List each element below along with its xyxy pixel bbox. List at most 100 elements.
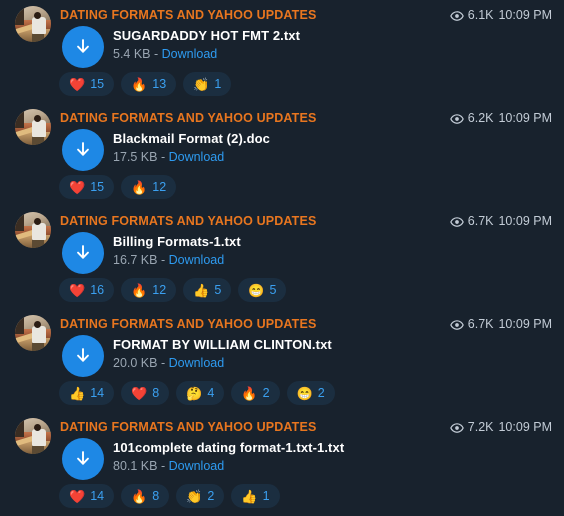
reaction-count: 14 — [90, 488, 105, 503]
reaction-pill-fire[interactable]: 🔥 2 — [231, 381, 280, 405]
file-meta: 80.1 KB - Download — [113, 457, 552, 476]
file-name[interactable]: Blackmail Format (2).doc — [113, 129, 552, 148]
download-link[interactable]: Download — [162, 47, 218, 61]
channel-name[interactable]: DATING FORMATS AND YAHOO UPDATES — [60, 419, 316, 435]
download-arrow-icon — [77, 245, 89, 259]
reaction-pill-grin[interactable]: 😁 2 — [286, 381, 335, 405]
document-attachment: SUGARDADDY HOT FMT 2.txt 5.4 KB - Downlo… — [62, 26, 552, 68]
file-size: 5.4 KB — [113, 47, 151, 61]
download-button[interactable] — [62, 129, 104, 171]
reaction-pill-grin[interactable]: 😁 5 — [238, 278, 287, 302]
reaction-count: 12 — [152, 179, 167, 194]
document-attachment: FORMAT BY WILLIAM CLINTON.txt 20.0 KB - … — [62, 335, 552, 377]
reaction-pill-heart[interactable]: ❤️ 15 — [59, 175, 115, 199]
reaction-count: 5 — [214, 282, 222, 297]
message-header: DATING FORMATS AND YAHOO UPDATES 6.7K 10… — [60, 316, 552, 332]
reaction-bar: ❤️ 16 🔥 12 👍 5 😁 5 — [59, 278, 287, 302]
reaction-count: 4 — [207, 385, 215, 400]
reaction-pill-thumbs-up[interactable]: 👍 5 — [183, 278, 232, 302]
reaction-count: 15 — [90, 179, 105, 194]
message-meta: 6.2K 10:09 PM — [449, 110, 552, 126]
reaction-pill-fire[interactable]: 🔥 13 — [121, 72, 177, 96]
channel-name[interactable]: DATING FORMATS AND YAHOO UPDATES — [60, 213, 316, 229]
message-time: 10:09 PM — [498, 214, 552, 228]
file-meta-separator: - — [157, 253, 169, 267]
reaction-pill-thinking[interactable]: 🤔 4 — [176, 381, 225, 405]
reaction-count: 1 — [214, 76, 222, 91]
file-name[interactable]: SUGARDADDY HOT FMT 2.txt — [113, 26, 552, 45]
reaction-count: 5 — [269, 282, 277, 297]
avatar[interactable] — [15, 6, 51, 42]
message-meta: 6.7K 10:09 PM — [449, 316, 552, 332]
reaction-bar: 👍 14 ❤️ 8 🤔 4 🔥 2 😁 2 — [59, 381, 335, 405]
download-button[interactable] — [62, 335, 104, 377]
message-header: DATING FORMATS AND YAHOO UPDATES 6.7K 10… — [60, 213, 552, 229]
channel-name[interactable]: DATING FORMATS AND YAHOO UPDATES — [60, 316, 316, 332]
avatar-photo-person-body — [31, 119, 46, 137]
reaction-pill-heart[interactable]: ❤️ 16 — [59, 278, 115, 302]
download-arrow-icon — [77, 451, 89, 465]
avatar[interactable] — [15, 418, 51, 454]
avatar[interactable] — [15, 109, 51, 145]
message-time: 10:09 PM — [498, 420, 552, 434]
views-eye-icon — [449, 9, 464, 23]
message-item-1: DATING FORMATS AND YAHOO UPDATES 6.1K 10… — [0, 0, 564, 103]
download-link[interactable]: Download — [169, 253, 225, 267]
file-name[interactable]: Billing Formats-1.txt — [113, 232, 552, 251]
reaction-pill-thumbs-up[interactable]: 👍 1 — [231, 484, 280, 508]
download-arrow-icon — [77, 348, 89, 362]
download-link[interactable]: Download — [169, 356, 225, 370]
file-size: 17.5 KB — [113, 150, 158, 164]
avatar[interactable] — [15, 315, 51, 351]
reaction-pill-fire[interactable]: 🔥 8 — [121, 484, 170, 508]
document-info: FORMAT BY WILLIAM CLINTON.txt 20.0 KB - … — [113, 335, 552, 373]
views-eye-icon — [449, 215, 464, 229]
channel-name[interactable]: DATING FORMATS AND YAHOO UPDATES — [60, 7, 316, 23]
reaction-pill-clap[interactable]: 👏 1 — [183, 72, 232, 96]
reaction-emoji: 🔥 — [241, 385, 258, 401]
avatar[interactable] — [15, 212, 51, 248]
reaction-pill-heart[interactable]: ❤️ 8 — [121, 381, 170, 405]
download-link[interactable]: Download — [169, 459, 225, 473]
reaction-count: 12 — [152, 282, 167, 297]
channel-name[interactable]: DATING FORMATS AND YAHOO UPDATES — [60, 110, 316, 126]
reaction-emoji: ❤️ — [69, 76, 86, 92]
reaction-emoji: ❤️ — [131, 385, 148, 401]
reaction-emoji: 🔥 — [131, 76, 148, 92]
reaction-pill-heart[interactable]: ❤️ 15 — [59, 72, 115, 96]
avatar-photo-person-body — [31, 428, 46, 446]
reaction-pill-clap[interactable]: 👏 2 — [176, 484, 225, 508]
view-count: 6.1K — [467, 8, 494, 22]
document-attachment: Blackmail Format (2).doc 17.5 KB - Downl… — [62, 129, 552, 171]
views-eye-icon — [449, 421, 464, 435]
download-button[interactable] — [62, 26, 104, 68]
download-button[interactable] — [62, 438, 104, 480]
message-meta: 6.7K 10:09 PM — [449, 213, 552, 229]
download-arrow-icon — [77, 142, 89, 156]
reaction-bar: ❤️ 14 🔥 8 👏 2 👍 1 — [59, 484, 280, 508]
file-meta-separator: - — [157, 459, 169, 473]
download-button[interactable] — [62, 232, 104, 274]
reaction-pill-heart[interactable]: ❤️ 14 — [59, 484, 115, 508]
message-item-5: DATING FORMATS AND YAHOO UPDATES 7.2K 10… — [0, 412, 564, 515]
avatar-photo-person-body — [31, 222, 46, 240]
reaction-pill-thumbs-up[interactable]: 👍 14 — [59, 381, 115, 405]
message-time: 10:09 PM — [498, 8, 552, 22]
reaction-emoji: 🤔 — [186, 385, 203, 401]
document-info: Billing Formats-1.txt 16.7 KB - Download — [113, 232, 552, 270]
reaction-pill-fire[interactable]: 🔥 12 — [121, 278, 177, 302]
reaction-pill-fire[interactable]: 🔥 12 — [121, 175, 177, 199]
reaction-emoji: 👍 — [193, 282, 210, 298]
file-name[interactable]: 101complete dating format-1.txt-1.txt — [113, 438, 552, 457]
download-link[interactable]: Download — [169, 150, 225, 164]
file-name[interactable]: FORMAT BY WILLIAM CLINTON.txt — [113, 335, 552, 354]
message-meta: 6.1K 10:09 PM — [449, 7, 552, 23]
download-arrow-icon — [77, 39, 89, 53]
document-info: 101complete dating format-1.txt-1.txt 80… — [113, 438, 552, 476]
avatar-photo-person-head — [33, 11, 41, 19]
reaction-count: 1 — [262, 488, 270, 503]
reaction-count: 14 — [90, 385, 105, 400]
view-count: 6.7K — [467, 214, 494, 228]
reaction-bar: ❤️ 15 🔥 12 — [59, 175, 177, 199]
message-time: 10:09 PM — [498, 111, 552, 125]
